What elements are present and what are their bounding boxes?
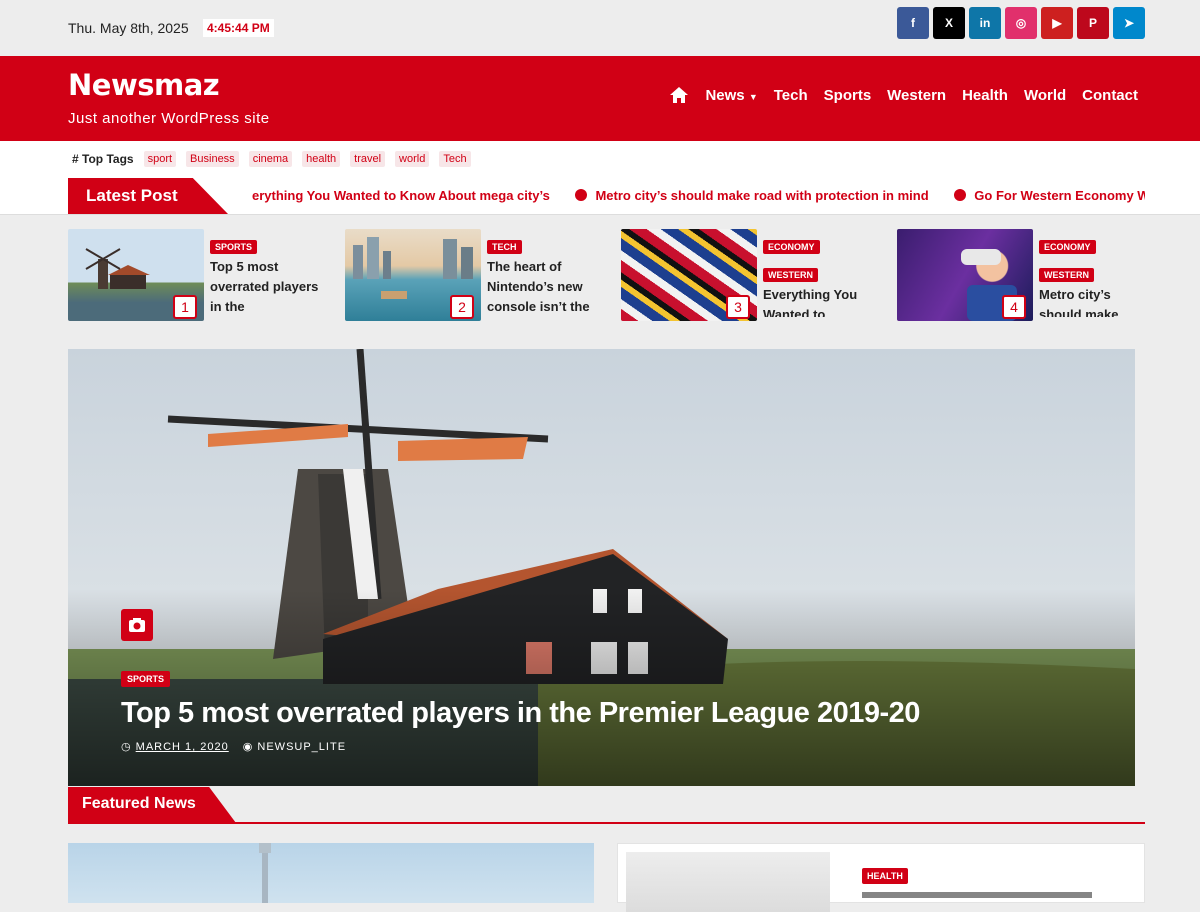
site-header: Newsmaz Just another WordPress site News…: [0, 56, 1200, 141]
hash-icon: #: [72, 152, 83, 166]
main-nav: News ▼ Tech Sports Western Health World …: [669, 86, 1138, 104]
home-icon[interactable]: [669, 86, 689, 104]
clock-icon: ◷: [121, 741, 136, 753]
rank-badge: 3: [726, 295, 750, 319]
facebook-icon[interactable]: f: [897, 7, 929, 39]
top-tags-bar: # Top Tags sport Business cinema health …: [0, 141, 1200, 177]
tag-link[interactable]: cinema: [248, 151, 293, 167]
tag-link[interactable]: Tech: [439, 151, 471, 167]
ticker-item[interactable]: erything You Wanted to Know About mega c…: [252, 188, 550, 203]
category-badge[interactable]: WESTERN: [1039, 268, 1094, 282]
hero-post[interactable]: SPORTS Top 5 most overrated players in t…: [68, 349, 1135, 786]
tag-link[interactable]: health: [302, 151, 341, 167]
latest-post-bar: Latest Post erything You Wanted to Know …: [0, 177, 1200, 215]
post-author[interactable]: ◉ NEWSUP_LITE: [243, 740, 346, 753]
category-badge[interactable]: ECONOMY: [1039, 240, 1096, 254]
nav-sports[interactable]: Sports: [824, 87, 872, 104]
top-bar: Thu. May 8th, 2025 4:45:44 PM f Xin ◎ ▶ P ➤: [0, 0, 1200, 56]
trending-card[interactable]: 1 SPORTS Top 5 most overrated players in…: [68, 229, 318, 321]
ticker-item[interactable]: Go For Western Economy With: [954, 188, 1145, 203]
linkedin-icon[interactable]: in: [969, 7, 1001, 39]
latest-ticker: erything You Wanted to Know About mega c…: [252, 177, 1145, 214]
ticker-item[interactable]: Metro city’s should make road with prote…: [575, 188, 929, 203]
featured-card[interactable]: HEALTH: [617, 843, 1145, 912]
x-icon[interactable]: X: [933, 7, 965, 39]
card-thumbnail[interactable]: [626, 852, 830, 912]
category-badge[interactable]: ECONOMY: [763, 240, 820, 254]
card-title-fragment[interactable]: [862, 892, 1092, 898]
arrow-circle-icon: [954, 189, 967, 201]
nav-news[interactable]: News ▼: [705, 87, 757, 104]
card-title[interactable]: Top 5 most overrated players in the: [210, 257, 320, 319]
chevron-down-icon: ▼: [748, 91, 758, 102]
category-badge[interactable]: HEALTH: [862, 868, 908, 884]
card-title[interactable]: Metro city’s should make: [1039, 285, 1149, 317]
tag-link[interactable]: sport: [143, 151, 177, 167]
current-time: 4:45:44 PM: [203, 19, 274, 37]
card-title[interactable]: The heart of Nintendo’s new console isn’…: [487, 257, 597, 319]
current-date: Thu. May 8th, 2025: [68, 20, 189, 36]
featured-news-label: Featured News: [68, 787, 236, 823]
featured-news-heading: Featured News: [68, 787, 1145, 824]
nav-contact[interactable]: Contact: [1082, 87, 1138, 104]
featured-image[interactable]: [68, 843, 594, 903]
nav-health[interactable]: Health: [962, 87, 1008, 104]
trending-card[interactable]: 4 ECONOMY WESTERN Metro city’s should mak…: [897, 229, 1147, 321]
trending-cards: 1 SPORTS Top 5 most overrated players in…: [68, 229, 1145, 321]
trending-card[interactable]: 3 ECONOMY WESTERN Everything You Wanted t…: [621, 229, 871, 321]
nav-world[interactable]: World: [1024, 87, 1066, 104]
tag-link[interactable]: travel: [350, 151, 386, 167]
latest-post-label: Latest Post: [68, 178, 228, 214]
youtube-icon[interactable]: ▶: [1041, 7, 1073, 39]
category-badge[interactable]: WESTERN: [763, 268, 818, 282]
tag-link[interactable]: world: [395, 151, 430, 167]
instagram-icon[interactable]: ◎: [1005, 7, 1037, 39]
top-tags-title: # Top Tags: [72, 152, 134, 166]
camera-icon: [121, 609, 153, 641]
telegram-icon[interactable]: ➤: [1113, 7, 1145, 39]
category-badge[interactable]: SPORTS: [121, 671, 171, 687]
hero-title[interactable]: Top 5 most overrated players in the Prem…: [121, 697, 920, 730]
nav-tech[interactable]: Tech: [774, 87, 808, 104]
site-tagline: Just another WordPress site: [68, 110, 270, 127]
category-badge[interactable]: TECH: [487, 240, 522, 254]
arrow-circle-icon: [575, 189, 588, 201]
tag-link[interactable]: Business: [186, 151, 239, 167]
hero-meta: ◷ MARCH 1, 2020 ◉ NEWSUP_LITE: [121, 740, 346, 753]
rank-badge: 1: [173, 295, 197, 319]
user-icon: ◉: [242, 741, 258, 753]
post-date[interactable]: ◷ MARCH 1, 2020: [121, 740, 229, 753]
nav-western[interactable]: Western: [887, 87, 946, 104]
pinterest-icon[interactable]: P: [1077, 7, 1109, 39]
rank-badge: 2: [450, 295, 474, 319]
category-badge[interactable]: SPORTS: [210, 240, 258, 254]
site-title[interactable]: Newsmaz: [68, 68, 220, 102]
trending-card[interactable]: 2 TECH The heart of Nintendo’s new conso…: [345, 229, 595, 321]
social-links: f Xin ◎ ▶ P ➤: [897, 7, 1145, 39]
card-title[interactable]: Everything You Wanted to: [763, 285, 873, 317]
rank-badge: 4: [1002, 295, 1026, 319]
